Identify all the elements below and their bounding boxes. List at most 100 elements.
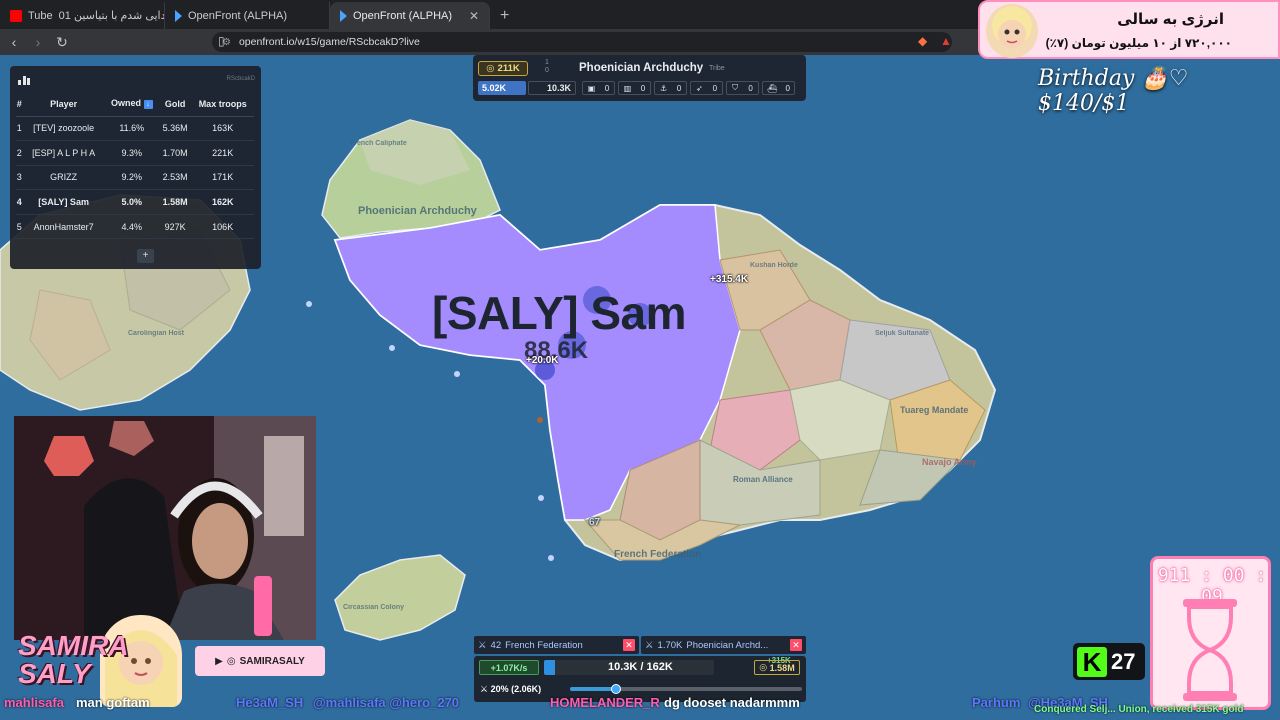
nation-label: Tuareg Mandate	[900, 405, 969, 415]
game-id: RScbcakD	[226, 76, 255, 82]
chat-user: HOMELANDER_R	[550, 695, 660, 710]
chat-message: dg dooset nadarmmm	[664, 695, 800, 710]
rank-line: 1	[545, 59, 549, 66]
webcam-feed	[14, 416, 316, 640]
gold-balance: ◎ 1.58M	[754, 660, 800, 675]
troops-icon: ⚔	[478, 639, 487, 651]
tab-title: OpenFront (ALPHA)	[188, 9, 288, 22]
expand-leaderboard-button[interactable]: +	[137, 249, 154, 263]
player-rank: 1 0	[545, 59, 549, 75]
bookmark-icon[interactable]: ▯	[218, 34, 225, 48]
player-info-panel: ◎ 211K 1 0 Phoenician Archduchy Tribe 5.…	[473, 55, 806, 101]
bar-chart-icon[interactable]	[18, 73, 32, 85]
unit-value: 0	[640, 83, 646, 93]
col-owned-label: Owned	[110, 98, 141, 109]
player-cell: [ESP] A L P H A	[22, 140, 105, 166]
browser-tab-openfront[interactable]: OpenFront (ALPHA)	[165, 2, 330, 29]
slider-fill	[570, 687, 617, 691]
coin-icon: ◎	[486, 63, 495, 74]
kick-logo-icon: K	[1077, 646, 1107, 677]
floating-gold-gain: +315.4K	[710, 274, 749, 285]
gold-value: 1.58M	[769, 662, 795, 673]
leaderboard-panel: RScbcakD # Player Owned ↓ Gold Max troop…	[10, 66, 261, 269]
city-count: ▣ 0	[582, 81, 615, 95]
avatar	[986, 4, 1038, 58]
troops-icon: ⚔	[645, 639, 654, 651]
donation-goal-overlay: انرژی به سالی ۷۲۰,۰۰۰ از ۱۰ میلیون تومان…	[978, 0, 1280, 59]
unit-value: 0	[748, 83, 753, 93]
browser-tab-openfront-active[interactable]: OpenFront (ALPHA) ✕	[330, 2, 490, 29]
shield-icon: ⛉	[732, 83, 739, 92]
address-bar[interactable]: ⚙ openfront.io/w15/game/RScbcakD?live	[212, 32, 952, 52]
close-tab-icon[interactable]: ✕	[469, 9, 479, 23]
streamer-webcam-image	[14, 416, 316, 640]
chat-user: mahlisafa	[4, 695, 64, 710]
table-row[interactable]: 1 [TEV] zoozoole 11.6% 5.36M 163K	[16, 116, 254, 142]
browser-tab-youtube[interactable]: Tube (14) یک روز ادایی شدم با بتیاسین 01	[0, 2, 165, 29]
table-row[interactable]: 3 GRIZZ 9.2% 2.53M 171K	[16, 165, 254, 191]
tab-title: (14) یک روز ادایی شدم با بتیاسین 01	[58, 10, 164, 22]
floating-unit-count: 67	[589, 517, 601, 528]
nation-label: Roman Alliance	[733, 475, 793, 484]
table-row[interactable]: 2 [ESP] A L P H A 9.3% 1.70M 221K	[16, 140, 254, 166]
social-handle-text: SAMIRASALY	[239, 655, 305, 667]
url-text[interactable]: openfront.io/w15/game/RScbcakD?live	[239, 36, 420, 48]
gold-cell: 5.36M	[158, 116, 192, 142]
table-row-current-player[interactable]: 4 [SALY] Sam 5.0% 1.58M 162K	[16, 189, 254, 215]
col-max-troops[interactable]: Max troops	[191, 92, 254, 117]
streamer-logo: SAMIRA SALY	[18, 632, 128, 689]
troops-cell: 162K	[191, 189, 254, 215]
social-handles: ▶ ◎ SAMIRASALY	[195, 646, 325, 676]
nation-label: French Caliphate	[350, 140, 407, 147]
factory-icon: ▥	[623, 83, 632, 93]
player-name: Phoenician Archduchy	[579, 62, 704, 74]
player-troops: 5.02K	[478, 81, 526, 95]
troop-count: 10.3K / 162K	[608, 661, 673, 673]
table-row[interactable]: 5 AnonHamster7 4.4% 927K 106K	[16, 214, 254, 240]
reload-icon[interactable]: ↻	[52, 34, 72, 51]
youtube-icon: ▶	[215, 655, 223, 667]
ship-icon: ⛴	[767, 83, 778, 93]
event-bar: ⚔ 42 French Federation ✕ ⚔ 1.70K Phoenic…	[474, 636, 806, 654]
new-tab-button[interactable]: +	[490, 7, 519, 29]
anchor-icon: ⚓	[659, 83, 668, 93]
city-icon: ▣	[587, 83, 596, 93]
attack-event[interactable]: ⚔ 42 French Federation ✕	[474, 636, 639, 654]
gold-cell: 1.58M	[158, 189, 192, 215]
logo-line: SALY	[18, 658, 91, 689]
tab-title: OpenFront (ALPHA)	[353, 9, 453, 22]
sort-down-icon[interactable]: ↓	[143, 100, 153, 110]
openfront-icon	[340, 9, 347, 22]
chat-user: He3aM_SH	[236, 695, 304, 710]
factory-count: ▥ 0	[618, 81, 651, 95]
defense-count: ⛉ 0	[726, 81, 759, 95]
col-owned[interactable]: Owned ↓	[104, 92, 159, 117]
event-count: 1.70K	[657, 639, 683, 651]
rank-line: 0	[545, 67, 549, 74]
owned-cell: 5.0%	[104, 189, 159, 215]
col-gold[interactable]: Gold	[158, 92, 192, 117]
troop-bar-fill	[544, 660, 555, 675]
extension-icon[interactable]: ◆	[918, 34, 927, 48]
player-type: Tribe	[709, 65, 725, 72]
close-icon[interactable]: ✕	[790, 639, 802, 651]
donation-progress: ۷۲۰,۰۰۰ از ۱۰ میلیون تومان (۷٪)	[1045, 36, 1232, 50]
event-name: Phoenician Archd...	[686, 639, 769, 651]
owned-cell: 9.2%	[104, 165, 159, 191]
attack-ratio-slider[interactable]	[570, 684, 802, 694]
missile-icon: ➶	[695, 83, 703, 93]
back-icon[interactable]: ‹	[4, 34, 24, 50]
attack-event[interactable]: ⚔ 1.70K Phoenician Archd... ✕	[641, 636, 806, 654]
col-player: Player	[22, 92, 105, 117]
extension-icon[interactable]: ▲	[940, 34, 952, 48]
forward-icon[interactable]: ›	[28, 34, 48, 50]
player-workers: 10.3K	[528, 81, 576, 95]
unit-value: 0	[785, 83, 790, 93]
owned-cell: 9.3%	[104, 140, 159, 166]
event-name: French Federation	[505, 639, 583, 651]
unit-value: 0	[712, 83, 718, 93]
close-icon[interactable]: ✕	[623, 639, 635, 651]
nation-label: Phoenician Archduchy	[358, 205, 477, 217]
nation-label: Kushan Horde	[750, 262, 798, 269]
gold-cell: 2.53M	[158, 165, 192, 191]
